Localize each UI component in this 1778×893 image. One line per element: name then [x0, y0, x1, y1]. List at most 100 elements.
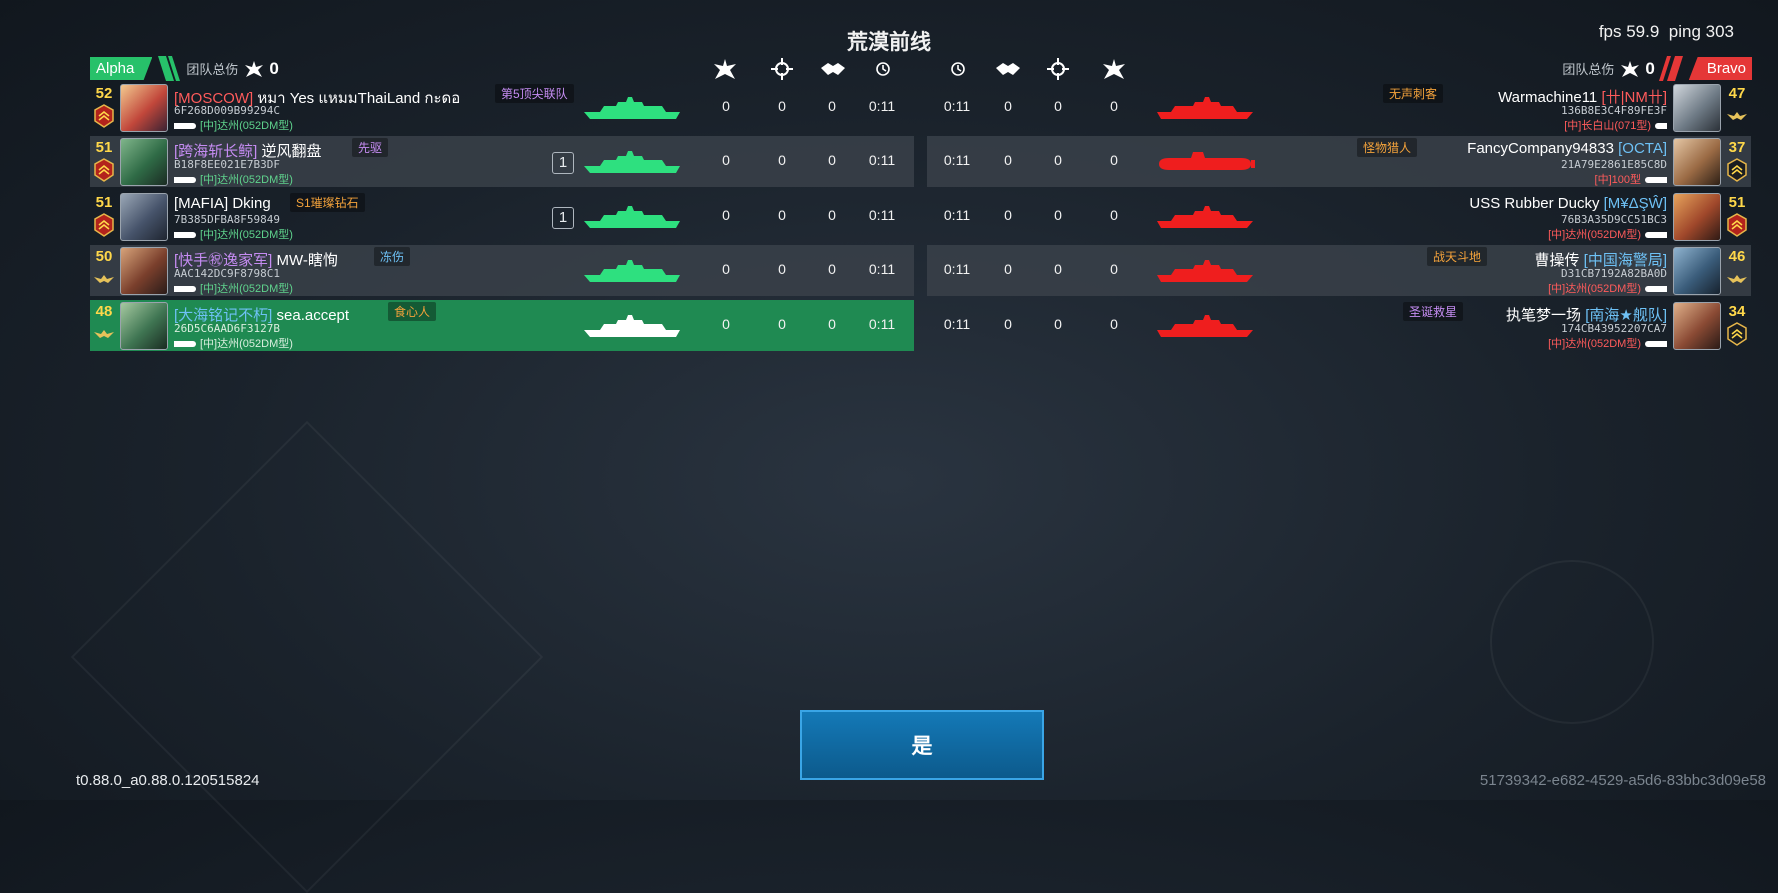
session-id: 51739342-e682-4529-a5d6-83bbc3d09e58: [1479, 772, 1766, 789]
stat-kills: 0: [722, 98, 730, 114]
player-avatar: [120, 193, 168, 241]
ship-line: [中]达州(052DM型): [1548, 280, 1667, 296]
stat-assists: 0: [828, 98, 836, 114]
stat-hits: 0: [778, 152, 786, 168]
map-title: 荒漠前线: [847, 31, 931, 54]
team-alpha-damage-label: 团队总伤: [186, 62, 239, 77]
player-title-badge: 无声刺客: [1383, 84, 1444, 103]
player-id: 26D5C6AAD6F3127B: [174, 322, 280, 335]
bravo-player-row[interactable]: 0:11 0 0 0 圣诞救星 执笔梦一场 [南海★舰队] 174CB43952…: [927, 300, 1751, 351]
background-radar: [70, 420, 544, 893]
player-level: 51: [95, 139, 113, 156]
player-title-badge: 第5顶尖联队: [495, 84, 574, 103]
ship-silhouette-icon: [584, 151, 680, 173]
player-nickname: MW-瞎恂: [272, 252, 338, 269]
stat-kills: 0: [1110, 207, 1118, 223]
stat-hits: 0: [1054, 152, 1062, 168]
player-nickname: Dking: [228, 195, 271, 212]
player-id: 174CB43952207CA7: [1561, 322, 1667, 335]
player-count-badge: 1: [552, 152, 574, 174]
player-count-badge: 1: [552, 207, 574, 229]
player-avatar: [120, 247, 168, 295]
health-bar: [1645, 232, 1667, 239]
team-bravo-header: 团队总伤 0 Bravo: [1562, 56, 1752, 81]
player-id: 76B3A35D9CC51BC3: [1561, 213, 1667, 226]
stat-assists: 0: [828, 152, 836, 168]
player-level: 51: [1728, 194, 1746, 211]
clock-icon: [951, 62, 965, 76]
stat-assists: 0: [1004, 261, 1012, 277]
bravo-player-row[interactable]: 0:11 0 0 0 怪物猎人 FancyCompany94833 [OCTA]…: [927, 136, 1751, 187]
bravo-player-row[interactable]: 0:11 0 0 0 USS Rubber Ducky [M¥ΔŞŴ] 76B3…: [927, 191, 1751, 242]
player-level: 52: [95, 85, 113, 102]
stat-kills: 0: [1110, 152, 1118, 168]
bravo-player-row[interactable]: 0:11 0 0 0 战天斗地 曹操传 [中国海警局] D31CB7192A82…: [927, 245, 1751, 296]
alpha-player-row[interactable]: 52 [MOSCOW] หมา Yes แหมมThaiLand กะดอ 第5…: [90, 82, 914, 133]
stat-assists: 0: [1004, 316, 1012, 332]
stat-kills: 0: [722, 207, 730, 223]
performance-readout: fps 59.9 ping 303: [1599, 22, 1734, 42]
alpha-player-row[interactable]: 51 [MAFIA] Dking S1璀璨钻石 7B385DFBA8F59849…: [90, 191, 914, 242]
player-level: 48: [95, 303, 113, 320]
alpha-player-row-self[interactable]: 48 [大海铭记不朽] sea.accept 食心人 26D5C6AAD6F31…: [90, 300, 914, 351]
stat-time: 0:11: [868, 207, 896, 223]
ping-value: ping 303: [1668, 22, 1734, 41]
stat-time: 0:11: [943, 207, 971, 223]
team-bravo-damage: 0: [1645, 58, 1655, 78]
ship-silhouette-icon: [1157, 206, 1253, 228]
stat-time: 0:11: [868, 152, 896, 168]
background-reticle: [1490, 560, 1654, 724]
player-level: 51: [95, 194, 113, 211]
player-clan: [OCTA]: [1618, 140, 1667, 157]
stat-hits: 0: [778, 261, 786, 277]
team-alpha-header: Alpha 团队总伤 0: [90, 56, 279, 81]
stat-kills: 0: [722, 261, 730, 277]
confirm-button[interactable]: 是: [800, 710, 1044, 780]
team-bravo-tag: Bravo: [1688, 57, 1752, 80]
rank-wings-icon: [1727, 112, 1747, 120]
stat-assists: 0: [1004, 98, 1012, 114]
ship-name: [中]达州(052DM型): [200, 120, 293, 132]
health-bar: [1655, 123, 1667, 130]
player-avatar: [120, 302, 168, 350]
alpha-player-row[interactable]: 51 [跨海斩长鲸] 逆风翻盘 先驱 B18F8EE021E7B3DF [中]达…: [90, 136, 914, 187]
ship-line: [中]100型: [1595, 171, 1667, 187]
player-level: 37: [1728, 139, 1746, 156]
health-bar: [174, 341, 196, 348]
team-alpha-tag: Alpha: [90, 57, 153, 80]
player-title-badge: 怪物猎人: [1357, 138, 1418, 157]
team-alpha-damage: 0: [269, 58, 279, 78]
kill-icon: [1103, 59, 1125, 79]
ship-silhouette-icon: [1157, 315, 1253, 337]
player-name: USS Rubber Ducky [M¥ΔŞŴ]: [1469, 195, 1667, 212]
stat-kills: 0: [722, 316, 730, 332]
player-name: FancyCompany94833 [OCTA]: [1467, 140, 1667, 157]
player-avatar: [120, 84, 168, 132]
alpha-player-row[interactable]: 50 [快手㊗逸家军] MW-瞎恂 冻伤 AAC142DC9F8798C1 [中…: [90, 245, 914, 296]
ship-name: [中]达州(052DM型): [200, 174, 293, 186]
handshake-icon: [996, 63, 1020, 75]
ship-line: [中]达州(052DM型): [1548, 335, 1667, 351]
player-id: 21A79E2861E85C8D: [1561, 158, 1667, 171]
bravo-player-row[interactable]: 0:11 0 0 0 无声刺客 Warmachine11 [卄|NM卄] 136…: [927, 82, 1751, 133]
stat-assists: 0: [1004, 152, 1012, 168]
ship-name: [中]达州(052DM型): [1548, 338, 1641, 350]
player-avatar: [1673, 302, 1721, 350]
stat-kills: 0: [1110, 98, 1118, 114]
crosshair-icon: [1047, 58, 1069, 80]
stat-kills: 0: [1110, 316, 1118, 332]
stat-time: 0:11: [868, 261, 896, 277]
stat-time: 0:11: [943, 261, 971, 277]
kill-icon: [1621, 60, 1640, 77]
slashes-icon: [1658, 56, 1683, 81]
ship-silhouette-icon: [1157, 97, 1253, 119]
player-avatar: [1673, 247, 1721, 295]
ship-line: [中]达州(052DM型): [174, 171, 293, 187]
ship-line: [中]达州(052DM型): [174, 280, 293, 296]
ship-line: [中]达州(052DM型): [1548, 226, 1667, 242]
player-title-badge: 先驱: [352, 138, 389, 157]
stat-assists: 0: [828, 316, 836, 332]
player-level: 46: [1728, 248, 1746, 265]
ship-name: [中]达州(052DM型): [200, 338, 293, 350]
player-id: B18F8EE021E7B3DF: [174, 158, 280, 171]
